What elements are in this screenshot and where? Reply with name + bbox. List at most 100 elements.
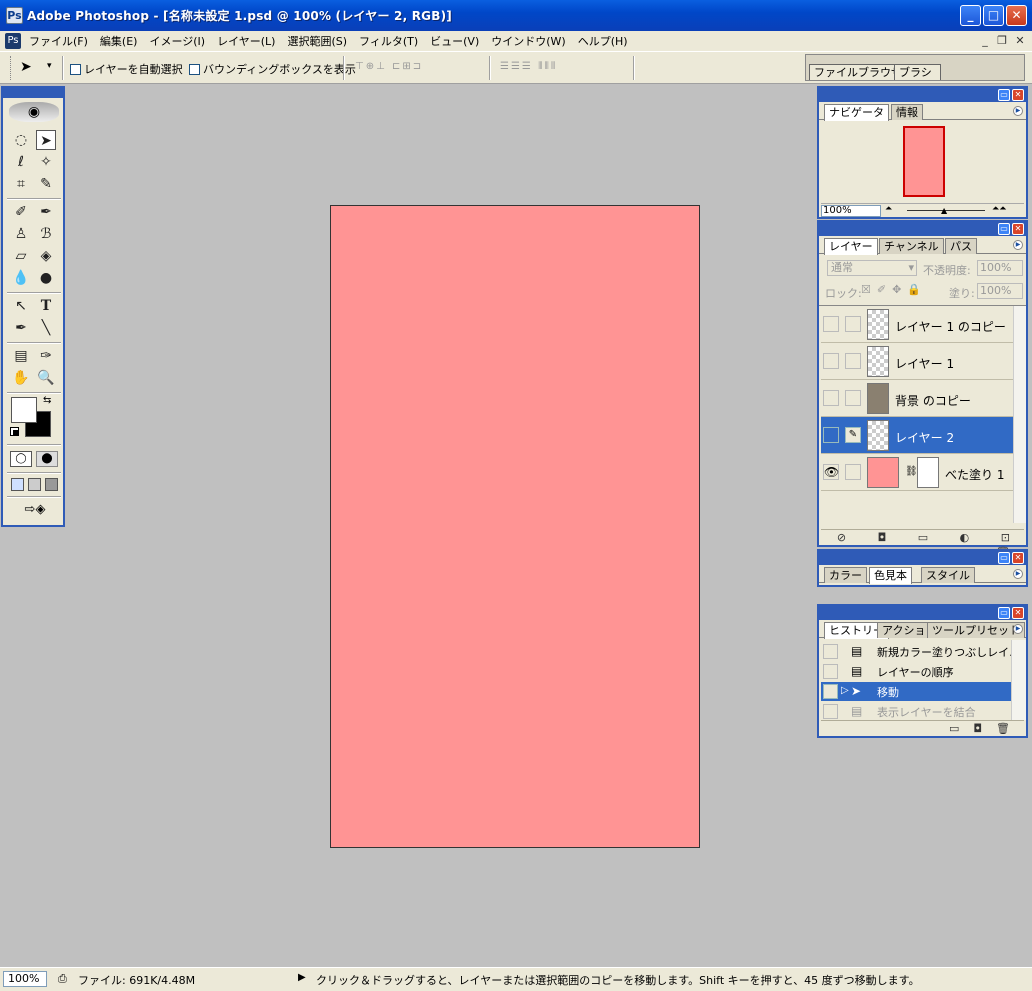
fill-field[interactable]: 100%: [977, 283, 1023, 299]
navigator-caption[interactable]: ▭ ✕: [819, 88, 1026, 102]
menu-layer[interactable]: レイヤー(L): [211, 33, 281, 49]
healing-brush-tool-icon[interactable]: ✐: [11, 202, 31, 222]
layers-bottom-icons[interactable]: ⊘ ◘ ▭ ◐ ⊡ 🗑: [821, 529, 1024, 559]
document-icon[interactable]: Ps: [5, 33, 21, 49]
tab-swatches[interactable]: 色見本: [869, 567, 912, 584]
zoom-slider-thumb[interactable]: ▲: [941, 206, 947, 215]
distribute-buttons[interactable]: ☰☰☰ ⦀⦀⦀: [500, 61, 557, 72]
zoom-in-icon[interactable]: ⏶⏶: [992, 204, 1006, 214]
history-bottom-icons[interactable]: ▭◘🗑: [821, 720, 1024, 736]
menu-edit[interactable]: 編集(E): [94, 33, 144, 49]
menu-filter[interactable]: フィルタ(T): [353, 33, 424, 49]
visibility-toggle[interactable]: [823, 353, 839, 369]
chain-icon[interactable]: ⛓: [905, 466, 918, 477]
history-caption[interactable]: ▭ ✕: [819, 606, 1026, 620]
hand-tool-icon[interactable]: ✋: [11, 368, 31, 388]
layer-row[interactable]: 👁 ⛓ べた塗り 1: [821, 454, 1013, 491]
doc-close-button[interactable]: ✕: [1012, 34, 1028, 48]
tool-preset-arrow[interactable]: ▾: [47, 61, 52, 71]
layers-scrollbar[interactable]: [1013, 306, 1026, 523]
layer-row[interactable]: ✎ レイヤー 2: [821, 417, 1013, 454]
blend-mode-select[interactable]: 通常 ▾: [827, 260, 917, 276]
standard-mode-icon[interactable]: ◯: [10, 451, 32, 467]
status-arrow-icon[interactable]: ▶: [298, 972, 306, 983]
layers-menu-arrow[interactable]: ▶: [1013, 240, 1023, 250]
path-selection-tool-icon[interactable]: ↖: [11, 296, 31, 316]
color-caption[interactable]: ▭ ✕: [819, 551, 1026, 565]
document-info-icon[interactable]: ⎙: [58, 972, 67, 986]
tab-styles[interactable]: スタイル: [921, 567, 975, 583]
close-button[interactable]: ✕: [1006, 5, 1027, 26]
toolbox-caption[interactable]: [3, 88, 63, 98]
paint-bucket-tool-icon[interactable]: ◈: [36, 246, 56, 266]
quick-mask-mode-icon[interactable]: ⬤: [36, 451, 58, 467]
history-brush-source[interactable]: [823, 644, 838, 659]
brush-icon[interactable]: ✎: [845, 427, 861, 443]
menu-help[interactable]: ヘルプ(H): [572, 33, 634, 49]
magic-wand-tool-icon[interactable]: ✧: [36, 152, 56, 172]
layers-minimize-button[interactable]: ▭: [998, 223, 1010, 235]
lasso-tool-icon[interactable]: ℓ: [11, 152, 31, 172]
menu-view[interactable]: ビュー(V): [424, 33, 485, 49]
blur-tool-icon[interactable]: 💧: [11, 268, 31, 288]
eraser-tool-icon[interactable]: ▱: [11, 246, 31, 266]
history-close-button[interactable]: ✕: [1012, 607, 1024, 619]
navigator-minimize-button[interactable]: ▭: [998, 89, 1010, 101]
layers-close-button[interactable]: ✕: [1012, 223, 1024, 235]
zoom-out-icon[interactable]: ⏶: [885, 204, 892, 214]
document-canvas[interactable]: [330, 205, 700, 848]
navigator-zoom-field[interactable]: 100%: [821, 205, 881, 217]
jump-to-imageready-icon[interactable]: ⇨◈: [11, 502, 59, 520]
tab-paths[interactable]: パス: [945, 238, 977, 254]
history-minimize-button[interactable]: ▭: [998, 607, 1010, 619]
history-brush-source[interactable]: [823, 664, 838, 679]
navigator-preview[interactable]: [903, 126, 945, 197]
tab-tool-presets[interactable]: ツールプリセット: [927, 622, 1025, 638]
tab-channels[interactable]: チャンネル: [879, 238, 944, 254]
line-tool-icon[interactable]: ╲: [36, 318, 56, 338]
notes-tool-icon[interactable]: ▤: [11, 346, 31, 366]
marquee-tool-icon[interactable]: ◌: [11, 130, 31, 150]
history-step[interactable]: ▤ レイヤーの順序: [821, 662, 1011, 681]
maximize-button[interactable]: □: [983, 5, 1004, 26]
link-toggle[interactable]: [845, 353, 861, 369]
full-screen-icon[interactable]: [45, 478, 58, 491]
move-tool-icon[interactable]: ➤: [36, 130, 56, 150]
bounding-box-checkbox[interactable]: バウンディングボックスを表示: [189, 61, 356, 77]
history-step[interactable]: ▷ ➤ 移動: [821, 682, 1011, 701]
align-buttons[interactable]: ⊤⊕⊥ ⊏⊞⊐: [355, 61, 423, 72]
color-minimize-button[interactable]: ▭: [998, 552, 1010, 564]
default-colors-icon[interactable]: [10, 427, 19, 436]
type-tool-icon[interactable]: T: [36, 296, 56, 316]
history-scrollbar[interactable]: [1011, 640, 1026, 720]
visibility-toggle[interactable]: [823, 316, 839, 332]
navigator-close-button[interactable]: ✕: [1012, 89, 1024, 101]
link-toggle[interactable]: [845, 316, 861, 332]
tab-layers[interactable]: レイヤー: [824, 238, 878, 255]
history-brush-tool-icon[interactable]: ℬ: [36, 224, 56, 244]
pen-tool-icon[interactable]: ✒: [11, 318, 31, 338]
doc-restore-button[interactable]: ❐: [994, 34, 1010, 48]
link-toggle[interactable]: [845, 464, 861, 480]
move-tool-icon[interactable]: ➤: [20, 59, 32, 75]
history-state-slider-icon[interactable]: ▷: [841, 685, 849, 696]
options-grip[interactable]: [10, 56, 13, 80]
swap-colors-icon[interactable]: ⇆: [43, 395, 51, 406]
lock-icons[interactable]: ☒✐✥🔒: [861, 283, 927, 296]
well-tab-file-browser[interactable]: ファイルブラウザ: [809, 64, 907, 80]
opacity-field[interactable]: 100%: [977, 260, 1023, 276]
eyedropper-tool-icon[interactable]: ✑: [36, 346, 56, 366]
brush-tool-icon[interactable]: ✒: [36, 202, 56, 222]
full-screen-menu-icon[interactable]: [28, 478, 41, 491]
menu-window[interactable]: ウインドウ(W): [485, 33, 571, 49]
visibility-toggle[interactable]: [823, 390, 839, 406]
menu-image[interactable]: イメージ(I): [143, 33, 211, 49]
slice-tool-icon[interactable]: ✎: [36, 174, 56, 194]
link-toggle[interactable]: [845, 390, 861, 406]
tab-navigator[interactable]: ナビゲータ: [824, 104, 889, 121]
tab-info[interactable]: 情報: [891, 104, 923, 120]
status-zoom-field[interactable]: 100%: [3, 971, 47, 987]
navigator-menu-arrow[interactable]: ▶: [1013, 106, 1023, 116]
history-menu-arrow[interactable]: ▶: [1013, 624, 1023, 634]
layer-row[interactable]: レイヤー 1: [821, 343, 1013, 380]
